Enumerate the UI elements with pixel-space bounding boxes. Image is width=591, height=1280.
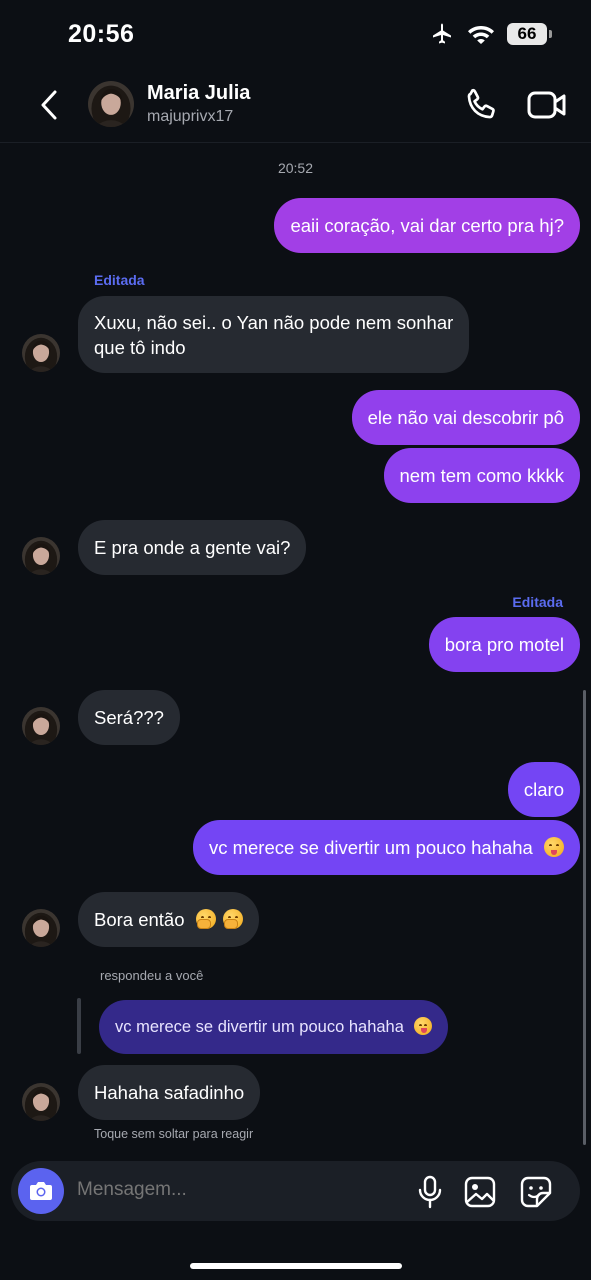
edited-label: Editada <box>94 272 145 288</box>
message-text: E pra onde a gente vai? <box>94 537 291 558</box>
message-composer <box>11 1161 580 1221</box>
outgoing-message[interactable]: ele não vai descobrir pô <box>351 390 580 445</box>
chevron-left-icon[interactable] <box>36 88 64 122</box>
squinting-tongue-emoji-icon <box>413 1017 432 1035</box>
contact-name[interactable]: Maria Julia <box>147 82 250 105</box>
outgoing-message[interactable]: claro <box>507 762 580 817</box>
reply-label: respondeu a você <box>100 968 204 983</box>
incoming-message[interactable]: Bora então <box>78 892 259 947</box>
reply-quote[interactable]: vc merece se divertir um pouco hahaha <box>99 1000 448 1054</box>
message-text: claro <box>523 779 564 800</box>
message-text: vc merece se divertir um pouco hahaha <box>208 837 533 858</box>
outgoing-message[interactable]: bora pro motel <box>428 617 580 672</box>
message-input[interactable] <box>77 1179 377 1201</box>
home-indicator[interactable] <box>190 1263 402 1269</box>
incoming-message[interactable]: Hahaha safadinho <box>78 1065 261 1120</box>
wifi-icon <box>468 26 494 44</box>
avatar[interactable] <box>22 334 60 372</box>
message-text: eaii coração, vai dar certo pra hj? <box>290 215 564 236</box>
message-timestamp: 20:52 <box>277 160 314 176</box>
image-icon[interactable] <box>463 1175 497 1209</box>
sticker-icon[interactable] <box>519 1175 553 1209</box>
camera-icon <box>30 1182 52 1200</box>
message-text: que tô indo <box>94 337 186 358</box>
avatar[interactable] <box>22 537 60 575</box>
status-icons: 66 <box>429 22 552 46</box>
airplane-icon <box>433 23 451 44</box>
battery-indicator: 66 <box>507 23 552 45</box>
quoted-text: vc merece se divertir um pouco hahaha <box>115 1018 404 1036</box>
reaction-hint: Toque sem soltar para reagir <box>94 1127 254 1141</box>
clock: 20:56 <box>68 20 135 48</box>
message-text: Hahaha safadinho <box>94 1082 245 1103</box>
avatar[interactable] <box>22 1083 60 1121</box>
outgoing-message[interactable]: vc merece se divertir um pouco hahaha <box>192 820 580 875</box>
message-text: Xuxu, não sei.. o Yan não pode nem sonha… <box>94 312 454 333</box>
message-text: ele não vai descobrir pô <box>367 407 564 428</box>
edited-label: Editada <box>512 594 563 610</box>
hand-over-mouth-emoji-icon <box>222 909 243 929</box>
outgoing-message[interactable]: nem tem como kkkk <box>383 448 580 503</box>
squinting-tongue-emoji-icon <box>544 837 564 857</box>
incoming-message[interactable]: Será??? <box>78 690 180 745</box>
video-camera-icon[interactable] <box>526 88 568 122</box>
chat-header: Maria Julia majuprivx17 <box>0 70 591 143</box>
avatar[interactable] <box>22 909 60 947</box>
avatar[interactable] <box>22 707 60 745</box>
message-text: Bora então <box>94 909 185 930</box>
reply-indicator-bar <box>77 998 81 1054</box>
scrollbar[interactable] <box>583 690 586 1145</box>
hand-over-mouth-emoji-icon <box>195 909 216 929</box>
outgoing-message[interactable]: eaii coração, vai dar certo pra hj? <box>274 198 580 253</box>
avatar[interactable] <box>88 81 134 127</box>
incoming-message[interactable]: Xuxu, não sei.. o Yan não pode nem sonha… <box>78 296 470 373</box>
contact-username[interactable]: majuprivx17 <box>147 108 233 126</box>
status-bar: 20:56 66 <box>0 0 591 70</box>
incoming-message[interactable]: E pra onde a gente vai? <box>78 520 307 575</box>
message-text: Será??? <box>94 707 164 728</box>
phone-icon[interactable] <box>462 86 500 124</box>
message-text: bora pro motel <box>444 634 564 655</box>
camera-button[interactable] <box>18 1168 64 1214</box>
microphone-icon[interactable] <box>414 1175 446 1209</box>
message-text: nem tem como kkkk <box>399 465 565 486</box>
